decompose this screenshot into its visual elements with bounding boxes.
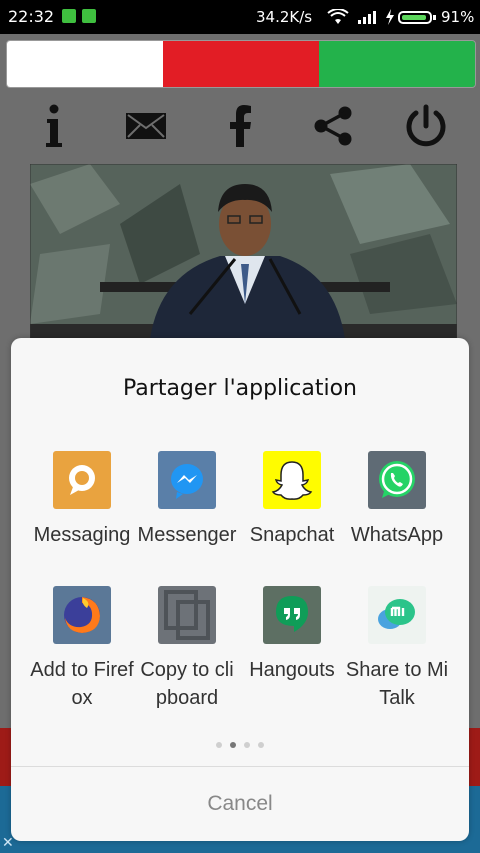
battery-level [402, 15, 426, 20]
power-icon[interactable] [398, 98, 454, 154]
hangouts-icon [263, 586, 321, 644]
share-dialog: Partager l'application Messaging Messeng… [11, 338, 469, 841]
messenger-icon [158, 451, 216, 509]
flag-stripe-green [319, 41, 475, 87]
speaker-photo [30, 164, 457, 339]
notification-icon [62, 9, 76, 23]
info-icon[interactable] [26, 98, 82, 154]
status-bar: 22:32 34.2K/s 91% [0, 0, 480, 34]
app-label: Hangouts [249, 659, 335, 681]
app-label: Messaging [33, 524, 131, 546]
snapchat-icon [263, 451, 321, 509]
page-dot-active[interactable] [230, 742, 236, 748]
signal-icon [358, 11, 376, 24]
network-speed: 34.2K/s [256, 8, 313, 26]
wifi-icon [327, 9, 349, 24]
messaging-icon [53, 451, 111, 509]
page-dot[interactable] [216, 742, 222, 748]
whatsapp-icon [368, 451, 426, 509]
clipboard-icon [158, 586, 216, 644]
flag-stripe-white [7, 41, 163, 87]
facebook-icon[interactable] [212, 98, 268, 154]
page-indicator [11, 733, 469, 752]
flag-stripe-red [163, 41, 319, 87]
app-label: WhatsApp [350, 524, 444, 546]
page-dot[interactable] [258, 742, 264, 748]
battery-tip [433, 15, 436, 20]
page-dot[interactable] [244, 742, 250, 748]
charging-icon [386, 9, 394, 25]
cancel-button[interactable]: Cancel [11, 767, 469, 841]
battery-icon [398, 11, 432, 24]
app-label: Share to Mi Talk [345, 659, 449, 709]
status-time: 22:32 [8, 7, 55, 26]
battery-percent: 91% [441, 8, 475, 26]
firefox-icon [53, 586, 111, 644]
dialog-title: Partager l'application [123, 376, 357, 401]
app-label: Snapchat [249, 524, 335, 546]
toolbar [0, 98, 480, 154]
mi-talk-icon [368, 586, 426, 644]
share-icon[interactable] [305, 98, 361, 154]
app-label: Messenger [137, 524, 237, 546]
madagascar-flag [6, 40, 476, 88]
app-label: Copy to clipboard [140, 659, 234, 709]
android-notification-icon [82, 9, 96, 23]
app-label: Add to Firefox [30, 659, 134, 709]
mail-icon[interactable] [118, 98, 174, 154]
